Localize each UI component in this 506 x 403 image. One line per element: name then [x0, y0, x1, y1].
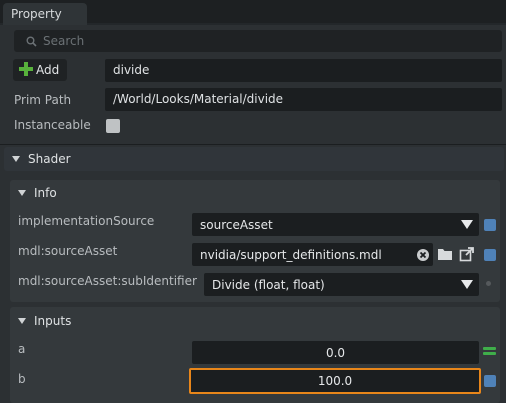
tab-property[interactable]: Property	[3, 3, 87, 25]
input-a-label: a	[18, 342, 26, 356]
source-asset-value: nvidia/support_definitions.mdl	[200, 248, 382, 262]
collapse-triangle-icon	[12, 156, 20, 162]
search-placeholder: Search	[43, 34, 85, 48]
inputs-section-header[interactable]: Inputs	[18, 314, 71, 328]
shader-section-header[interactable]: Shader	[12, 152, 71, 166]
add-button-label: Add	[36, 63, 60, 77]
plus-icon	[19, 62, 33, 76]
input-b-field[interactable]: 100.0	[189, 368, 481, 394]
open-external-icon[interactable]	[459, 246, 475, 262]
dropdown-arrow-icon	[461, 220, 473, 229]
prim-name-field[interactable]: divide	[105, 59, 502, 82]
collapse-triangle-icon	[18, 190, 26, 196]
implementation-source-dropdown[interactable]: sourceAsset	[192, 213, 479, 236]
search-input[interactable]: Search	[14, 30, 502, 52]
implementation-source-label: implementationSource	[18, 214, 155, 228]
attribute-indicator[interactable]	[484, 375, 496, 387]
connected-indicator-icon[interactable]	[483, 346, 496, 357]
source-asset-label: mdl:sourceAsset	[18, 244, 118, 258]
default-dot-indicator	[486, 281, 491, 286]
shader-section-title: Shader	[28, 152, 71, 166]
sub-identifier-dropdown[interactable]: Divide (float, float)	[204, 273, 479, 296]
prim-path-field[interactable]: /World/Looks/Material/divide	[105, 88, 502, 111]
inputs-section-title: Inputs	[34, 314, 72, 328]
instanceable-checkbox[interactable]	[106, 119, 120, 133]
info-section-header[interactable]: Info	[18, 186, 57, 200]
source-asset-field[interactable]: nvidia/support_definitions.mdl	[192, 243, 433, 266]
sub-identifier-label: mdl:sourceAsset:subIdentifier	[18, 274, 197, 288]
attribute-indicator[interactable]	[484, 219, 496, 231]
section-divider	[0, 144, 506, 145]
sub-identifier-value: Divide (float, float)	[212, 278, 325, 292]
folder-icon[interactable]	[437, 247, 453, 261]
attribute-indicator[interactable]	[484, 249, 496, 261]
clear-icon[interactable]	[416, 248, 430, 262]
input-a-field[interactable]: 0.0	[192, 341, 479, 364]
add-button[interactable]: Add	[13, 59, 67, 81]
shader-header-bg	[4, 147, 504, 171]
input-b-label: b	[18, 372, 26, 386]
prim-path-label: Prim Path	[14, 93, 72, 107]
instanceable-label: Instanceable	[14, 118, 91, 132]
search-icon	[26, 36, 37, 47]
dropdown-arrow-icon	[461, 280, 473, 289]
info-section-title: Info	[34, 186, 57, 200]
collapse-triangle-icon	[18, 318, 26, 324]
implementation-source-value: sourceAsset	[200, 218, 273, 232]
